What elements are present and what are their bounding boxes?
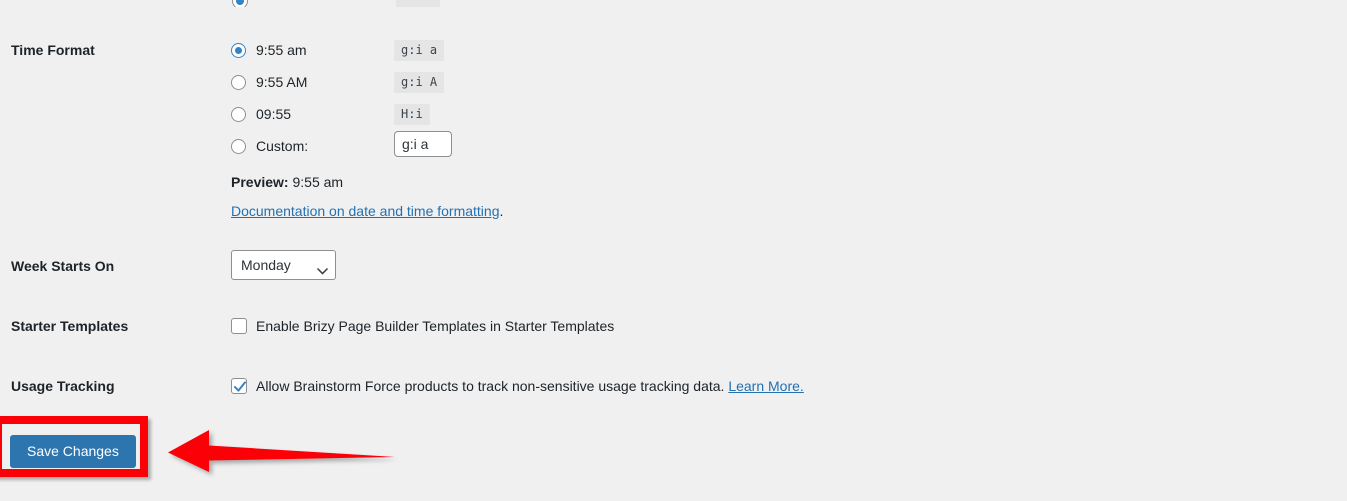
week-start-select[interactable]: Monday (231, 250, 336, 280)
radio-icon[interactable] (231, 107, 246, 122)
radio-icon[interactable] (231, 75, 246, 90)
checkbox-icon-unchecked[interactable] (231, 318, 247, 334)
radio-label: 09:55 (256, 106, 292, 122)
radio-icon (232, 0, 248, 7)
format-code-badge: g:i a (394, 40, 445, 61)
week-start-selected-value: Monday (241, 257, 291, 273)
learn-more-link[interactable]: Learn More. (728, 378, 803, 394)
custom-time-format-input[interactable] (394, 131, 452, 157)
row-label-time-format: Time Format (11, 42, 95, 58)
documentation-line: Documentation on date and time formattin… (231, 201, 503, 221)
usage-tracking-text: Allow Brainstorm Force products to track… (256, 378, 725, 394)
row-label-usage-tracking: Usage Tracking (11, 378, 115, 394)
row-label-starter-templates: Starter Templates (11, 318, 129, 334)
radio-label: Custom: (256, 138, 309, 154)
row-label-week-starts-on: Week Starts On (11, 258, 115, 274)
annotation-arrow-left (163, 427, 395, 475)
radio-label: 9:55 am (256, 42, 307, 58)
format-code-badge: H:i (394, 104, 430, 125)
preview-value: 9:55 am (292, 174, 344, 190)
documentation-link-suffix: . (499, 203, 504, 219)
radio-icon[interactable] (231, 139, 246, 154)
time-format-preview: Preview: 9:55 am (231, 172, 343, 192)
format-code-badge: g:i A (394, 72, 445, 93)
week-start-field: Monday (231, 250, 351, 280)
usage-tracking-checkbox-label: Allow Brainstorm Force products to track… (256, 376, 804, 396)
cutoff-row-above (0, 0, 1347, 7)
chevron-down-icon (317, 262, 328, 275)
annotation-highlight-box (0, 416, 148, 477)
documentation-link[interactable]: Documentation on date and time formattin… (231, 203, 500, 219)
radio-icon-selected[interactable] (231, 43, 246, 58)
format-code-badge (396, 0, 440, 7)
radio-label: 9:55 AM (256, 74, 308, 90)
preview-label: Preview: (231, 174, 289, 190)
checkbox-icon-checked[interactable] (231, 378, 247, 394)
starter-templates-checkbox-label: Enable Brizy Page Builder Templates in S… (256, 318, 615, 334)
